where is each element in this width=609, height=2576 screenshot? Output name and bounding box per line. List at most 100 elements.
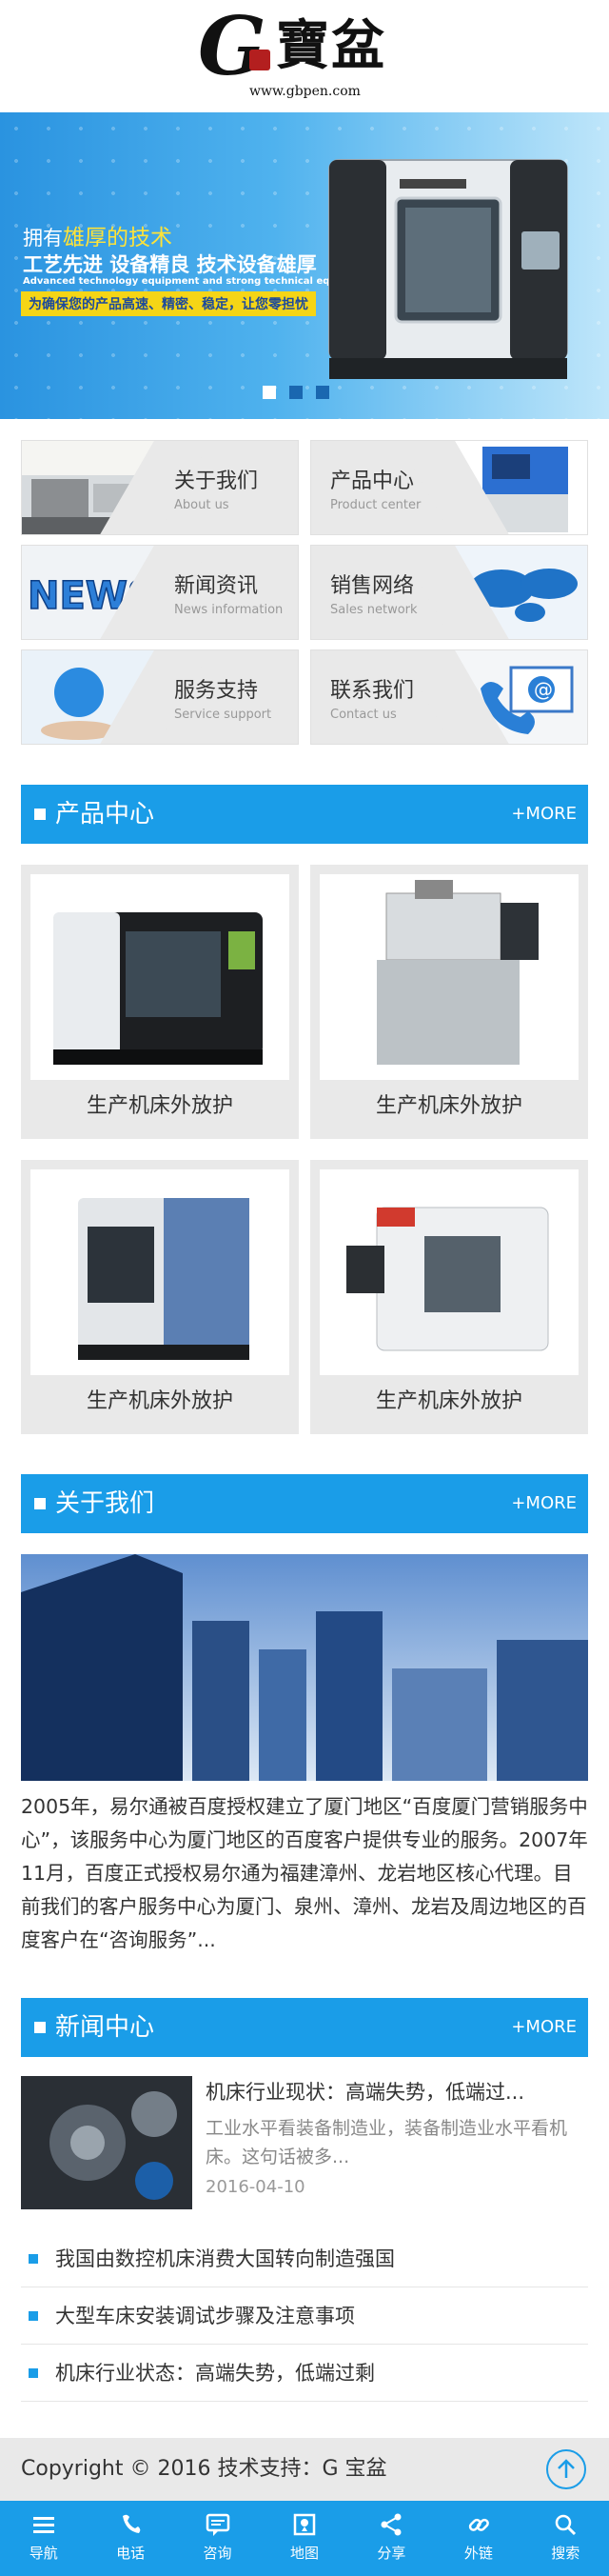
featured-news-summary: 工业水平看装备制造业，装备制造业水平看机床。这句话被多... (206, 2118, 568, 2167)
bottom-nav-bar: 导航 电话 咨询 地图 分享 外链 搜索 (0, 2501, 609, 2576)
logo-text: 寶盆 (276, 14, 386, 77)
products-section-header: 产品中心 +MORE (21, 785, 588, 844)
bottom-nav-label: 分享 (377, 2545, 406, 2562)
quick-nav-title: 服务支持 (174, 679, 259, 703)
logo-url: www.gbpen.com (249, 84, 361, 99)
featured-news[interactable]: 机床行业现状：高端失势，低端过... 工业水平看装备制造业，装备制造业水平看机床… (21, 2076, 588, 2209)
site-header: G 寶盆 www.gbpen.com (0, 0, 609, 112)
product-image (320, 874, 579, 1080)
news-item-title: 我国由数控机床消费大国转向制造强国 (55, 2247, 395, 2270)
quick-nav-contact[interactable]: @ 联系我们 Contact us (310, 649, 588, 745)
bottom-nav-label: 地图 (289, 2545, 319, 2562)
product-image (30, 1169, 289, 1375)
product-name: 生产机床外放护 (86, 1094, 233, 1118)
site-footer: Copyright © 2016 技术支持：G 宝盆 (0, 2438, 609, 2501)
banner-dot-1[interactable] (263, 386, 276, 399)
logo-letter: G (198, 0, 266, 93)
product-card[interactable]: 生产机床外放护 (310, 1160, 588, 1434)
about-summary: 2005年，易尔通被百度授权建立了厦门地区“百度厦门营销服务中心”，该服务中心为… (21, 1795, 588, 1951)
svg-text:@: @ (534, 678, 553, 701)
quick-nav-sales[interactable]: 销售网络 Sales network (310, 545, 588, 640)
news-item-title: 机床行业状态：高端失势，低端过剩 (55, 2362, 375, 2385)
product-image (30, 874, 289, 1080)
share-icon (381, 2513, 402, 2536)
news-list-item[interactable]: 机床行业状态：高端失势，低端过剩 (21, 2345, 588, 2402)
square-icon (34, 809, 46, 820)
quick-nav-service[interactable]: 服务支持 Service support (21, 649, 299, 745)
news-list-item[interactable]: 大型车床安装调试步骤及注意事项 (21, 2287, 588, 2345)
featured-news-date: 2016-04-10 (206, 2177, 305, 2197)
chat-icon (206, 2513, 229, 2536)
bottom-nav-phone[interactable]: 电话 (87, 2501, 173, 2576)
logo-seal (249, 50, 270, 70)
search-icon (555, 2514, 577, 2536)
product-name: 生产机床外放护 (375, 1094, 522, 1118)
banner-line-2: 工艺先进 设备精良 技术设备雄厚 (23, 253, 317, 276)
quick-nav-grid: 关于我们 About us 产品中心 Product center NEWS 新… (21, 440, 588, 747)
product-name: 生产机床外放护 (86, 1389, 233, 1413)
map-icon (293, 2513, 316, 2536)
product-card[interactable]: 生产机床外放护 (21, 865, 299, 1139)
link-icon (468, 2518, 489, 2531)
bottom-nav-label: 电话 (116, 2545, 146, 2562)
back-to-top-button[interactable] (546, 2449, 586, 2489)
quick-nav-title: 关于我们 (174, 469, 259, 493)
bottom-nav-label: 导航 (29, 2545, 58, 2562)
bottom-nav-search[interactable]: 搜索 (522, 2501, 609, 2576)
banner-pagination (263, 385, 343, 403)
bottom-nav-label: 咨询 (203, 2545, 232, 2562)
city-skyline-image (21, 1554, 588, 1781)
featured-news-title: 机床行业现状：高端失势，低端过... (206, 2081, 525, 2104)
quick-nav-news[interactable]: NEWS 新闻资讯 News information (21, 545, 299, 640)
quick-nav-subtitle: Service support (174, 708, 272, 722)
bottom-nav-label: 搜索 (551, 2545, 580, 2562)
quick-nav-title: 销售网络 (330, 574, 415, 598)
banner-dot-3[interactable] (316, 386, 329, 399)
bullet-icon (29, 2368, 38, 2378)
news-list-item[interactable]: 我国由数控机床消费大国转向制造强国 (21, 2230, 588, 2287)
bottom-nav-map[interactable]: 地图 (261, 2501, 347, 2576)
news-item-title: 大型车床安装调试步骤及注意事项 (55, 2305, 355, 2327)
bullet-icon (29, 2254, 38, 2264)
product-card[interactable]: 生产机床外放护 (310, 865, 588, 1139)
bottom-nav-link[interactable]: 外链 (435, 2501, 521, 2576)
section-title: 产品中心 (55, 800, 155, 829)
about-section-header: 关于我们 +MORE (21, 1474, 588, 1533)
phone-icon (123, 2514, 141, 2533)
news-more-link[interactable]: +MORE (511, 2017, 577, 2038)
bottom-nav-label: 外链 (463, 2545, 493, 2562)
product-name: 生产机床外放护 (375, 1389, 522, 1413)
banner-line-4: 为确保您的产品高速、精密、稳定，让您零担忧 (21, 291, 316, 316)
bottom-nav-chat[interactable]: 咨询 (174, 2501, 261, 2576)
products-more-link[interactable]: +MORE (511, 804, 577, 825)
quick-nav-about[interactable]: 关于我们 About us (21, 440, 299, 535)
site-logo[interactable]: G 寶盆 www.gbpen.com (0, 4, 609, 100)
hero-banner[interactable]: 拥有雄厚的技术 工艺先进 设备精良 技术设备雄厚 Advanced techno… (0, 112, 609, 419)
quick-nav-title: 联系我们 (330, 679, 415, 703)
cnc-machine-image (328, 159, 568, 379)
about-more-link[interactable]: +MORE (511, 1493, 577, 1514)
news-section-header: 新闻中心 +MORE (21, 1998, 588, 2057)
bottom-nav-share[interactable]: 分享 (348, 2501, 435, 2576)
product-card[interactable]: 生产机床外放护 (21, 1160, 299, 1434)
copyright-text: Copyright © 2016 技术支持：G 宝盆 (21, 2457, 387, 2481)
quick-nav-title: 新闻资讯 (174, 574, 259, 598)
banner-dot-2[interactable] (289, 386, 303, 399)
engine-parts-image (21, 2076, 192, 2209)
bottom-nav-menu[interactable]: 导航 (0, 2501, 87, 2576)
banner-line-1: 拥有雄厚的技术 (23, 226, 172, 250)
quick-nav-title: 产品中心 (330, 469, 415, 493)
quick-nav-subtitle: Sales network (330, 603, 418, 617)
menu-icon (32, 2517, 54, 2533)
product-image (320, 1169, 579, 1375)
quick-nav-subtitle: Product center (330, 498, 422, 512)
quick-nav-subtitle: Contact us (330, 708, 397, 722)
square-icon (34, 2022, 46, 2033)
arrow-up-icon (558, 2459, 575, 2478)
bullet-icon (29, 2311, 38, 2321)
quick-nav-subtitle: About us (174, 498, 229, 512)
news-list: 我国由数控机床消费大国转向制造强国 大型车床安装调试步骤及注意事项 机床行业状态… (21, 2230, 588, 2402)
quick-nav-products[interactable]: 产品中心 Product center (310, 440, 588, 535)
section-title: 关于我们 (55, 1489, 155, 1518)
square-icon (34, 1498, 46, 1509)
